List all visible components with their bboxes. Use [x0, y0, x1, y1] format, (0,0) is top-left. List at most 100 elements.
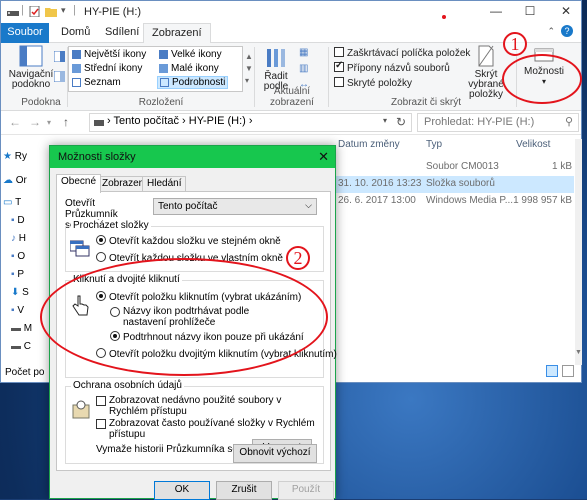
file-row[interactable]: Soubor CM0013 1 kB — [334, 159, 574, 176]
layout-extra-large-icons[interactable]: Největší ikony — [72, 49, 146, 60]
star-icon: ★ — [3, 151, 12, 162]
restore-defaults-button[interactable]: Obnovit výchozí — [233, 444, 317, 463]
large-icons-icon — [72, 49, 81, 59]
sidebar-item-label: Or — [15, 175, 27, 186]
checkbox — [96, 396, 106, 406]
open-explorer-select[interactable]: Tento počítač ⌵ — [153, 198, 317, 215]
breadcrumb-item[interactable]: Tento počítač — [114, 115, 179, 127]
checkbox — [334, 47, 344, 57]
ribbon: Navigační podokno Podokna Největší ikony… — [1, 43, 581, 111]
file-extensions-toggle[interactable]: Přípony názvů souborů — [334, 60, 450, 74]
ribbon-collapse-icon[interactable]: ⌃ — [547, 26, 555, 37]
quick-access-dropdown-icon[interactable]: ▾ — [61, 5, 66, 16]
ok-button[interactable]: OK — [154, 481, 210, 500]
current-view-group-label: Aktuální zobrazení — [270, 86, 314, 108]
sidebar-item-label: D — [17, 215, 25, 226]
tab-file[interactable]: Soubor — [1, 23, 49, 43]
sidebar-item-this-pc[interactable]: ▭ T — [3, 197, 51, 215]
file-row[interactable]: 26. 6. 2017 13:00 Windows Media P... 1 9… — [334, 193, 574, 210]
pictures-icon: ▪ — [11, 251, 15, 262]
column-header-type[interactable]: Typ — [426, 139, 442, 150]
breadcrumb-item[interactable]: HY-PIE (H:) — [189, 115, 246, 127]
radio-label: Otevřít každou složku ve stejném okně — [109, 236, 281, 247]
drive-icon — [7, 11, 19, 16]
desktop-icon: ▪ — [11, 215, 15, 226]
show-frequent-folders-checkbox[interactable]: Zobrazovat často používané složky v Rych… — [96, 418, 316, 440]
layout-item-label: Malé ikony — [171, 63, 219, 74]
navigation-pane-label: Navigační podokno — [8, 69, 54, 90]
apply-button[interactable]: Použít — [278, 481, 334, 500]
layout-group-label: Rozložení — [138, 97, 184, 108]
title-bar: | ▾ | HY-PIE (H:) — ☐ ✕ — [1, 1, 581, 23]
recent-dropdown-icon[interactable]: ▾ — [47, 118, 51, 127]
layout-details[interactable]: Podrobnosti — [157, 76, 229, 89]
dialog-title-bar: Možnosti složky ✕ — [50, 146, 335, 168]
back-button[interactable]: ← — [9, 115, 21, 129]
checkbox-label: Přípony názvů souborů — [347, 63, 450, 74]
new-folder-icon[interactable] — [45, 6, 57, 17]
tab-view[interactable]: Zobrazení — [143, 23, 211, 44]
ribbon-tabs: Soubor Domů Sdílení Zobrazení ⌃ ? — [1, 23, 581, 44]
file-row-selected[interactable]: 31. 10. 2016 13:23 Složka souborů — [334, 176, 574, 193]
column-header-date[interactable]: Datum změny — [338, 139, 400, 150]
scrollbar[interactable]: ▼ — [575, 139, 582, 365]
layout-gallery: Největší ikony Velké ikony Střední ikony… — [68, 46, 243, 92]
help-icon[interactable]: ? — [561, 25, 573, 37]
sidebar-item-onedrive[interactable]: ☁ Or — [3, 175, 51, 193]
navigation-pane-button[interactable]: Navigační podokno — [9, 45, 53, 105]
group-by-icon[interactable]: ▦ — [299, 47, 308, 58]
layout-list[interactable]: Seznam — [72, 77, 121, 88]
documents-icon: ▪ — [11, 269, 15, 280]
hidden-items-toggle[interactable]: Skryté položky — [334, 77, 412, 89]
chevron-down-icon: ⌵ — [305, 200, 312, 210]
medium-icons-icon — [72, 63, 81, 73]
layout-small-icons[interactable]: Malé ikony — [159, 63, 219, 74]
close-button[interactable]: ✕ — [545, 1, 587, 23]
annotation-number-1: 1 — [503, 32, 527, 56]
up-button[interactable]: ↑ — [63, 115, 69, 129]
privacy-icon — [72, 400, 90, 419]
window-title: HY-PIE (H:) — [84, 6, 142, 18]
address-dropdown-icon[interactable]: ▾ — [383, 116, 387, 125]
item-checkboxes-toggle[interactable]: Zaškrtávací políčka položek — [334, 47, 470, 59]
search-input[interactable]: Prohledat: HY-PIE (H:) ⚲ — [417, 113, 579, 132]
search-icon: ⚲ — [564, 116, 573, 128]
dialog-close-button[interactable]: ✕ — [318, 149, 329, 165]
layout-scroll-icon[interactable]: ▲ ▼ ▾ — [245, 51, 253, 87]
sidebar-item-label: Ry — [14, 151, 27, 162]
sidebar-item-quick-access[interactable]: ★ Ry — [3, 151, 51, 169]
radio — [96, 252, 106, 262]
music-icon: ♪ — [11, 233, 16, 244]
dialog-title: Možnosti složky — [58, 151, 136, 163]
tab-search[interactable]: Hledání — [142, 176, 187, 192]
file-type: Soubor CM0013 — [426, 161, 499, 172]
scroll-down-icon[interactable]: ▼ — [575, 349, 582, 356]
sidebar-item-label: P — [17, 269, 24, 280]
forward-button[interactable]: → — [29, 115, 41, 129]
tab-share[interactable]: Sdílení — [97, 23, 147, 43]
list-icon — [72, 77, 81, 87]
group-legend: Procházet složky — [71, 220, 151, 231]
properties-icon[interactable] — [29, 6, 41, 17]
drive-icon: ▬ — [11, 341, 21, 352]
layout-medium-icons[interactable]: Střední ikony — [72, 63, 142, 74]
add-columns-icon[interactable]: ▥ — [299, 63, 308, 74]
show-recent-files-checkbox[interactable]: Zobrazovat nedávno použité soubory v Ryc… — [96, 395, 316, 417]
sidebar-item-label: V — [17, 305, 24, 316]
details-icon — [160, 77, 169, 87]
preview-pane-icon[interactable] — [54, 51, 65, 62]
cancel-button[interactable]: Zrušit — [216, 481, 272, 500]
address-box[interactable]: › Tento počítač › HY-PIE (H:) › ▾ ↻ — [89, 113, 412, 132]
tab-home[interactable]: Domů — [53, 23, 98, 43]
tab-general[interactable]: Obecné — [56, 174, 102, 193]
drive-icon: ▬ — [11, 323, 21, 334]
checkbox-label: Zobrazovat nedávno použité soubory v Ryc… — [109, 395, 282, 417]
layout-item-label: Podrobnosti — [172, 77, 226, 88]
same-window-radio[interactable]: Otevřít každou složku ve stejném okně — [96, 235, 281, 247]
layout-large-icons[interactable]: Velké ikony — [159, 49, 222, 60]
column-header-size[interactable]: Velikost — [516, 139, 550, 150]
details-pane-icon[interactable] — [54, 71, 65, 82]
refresh-icon[interactable]: ↻ — [396, 115, 406, 129]
layout-item-label: Střední ikony — [84, 63, 143, 74]
checkbox-label: Skryté položky — [347, 78, 413, 89]
